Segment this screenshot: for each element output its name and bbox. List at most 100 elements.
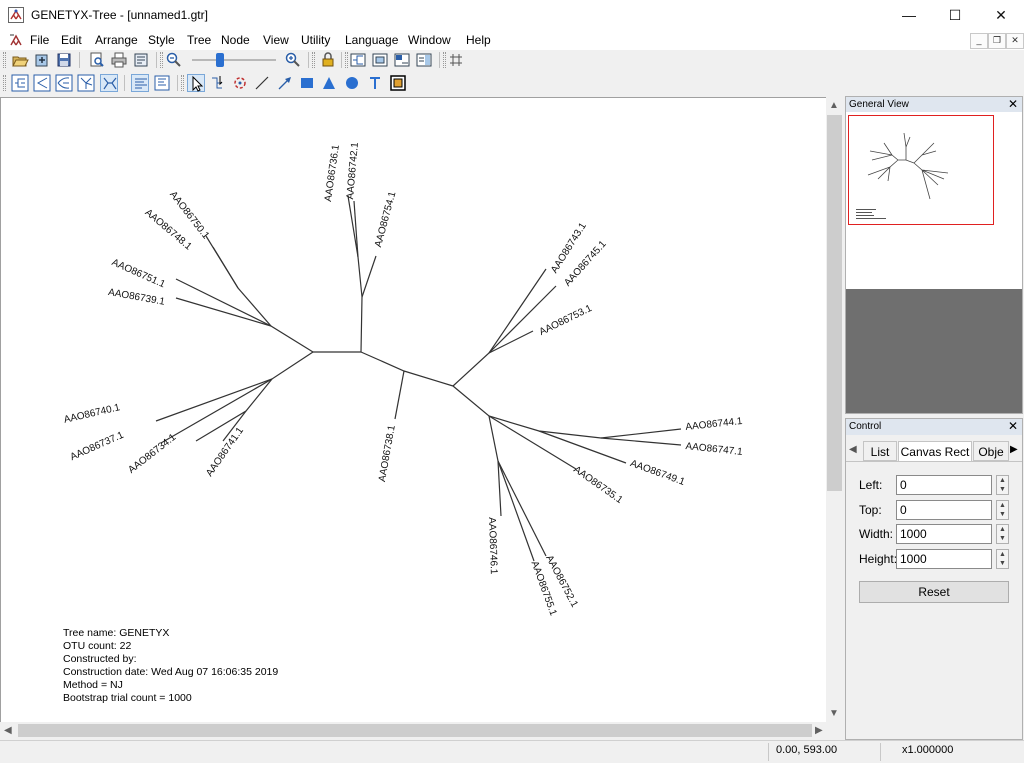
zoom-out-icon[interactable] — [165, 51, 183, 69]
import-icon[interactable] — [33, 51, 51, 69]
node-select-icon[interactable] — [209, 74, 227, 92]
mdi-close-button[interactable]: ✕ — [1006, 33, 1024, 49]
print-icon[interactable] — [110, 51, 128, 69]
toolbar-grip[interactable] — [160, 52, 163, 68]
menu-view[interactable]: View — [263, 30, 289, 50]
tree-canvas[interactable]: AAO86736.1 AAO86742.1 AAO86754.1 AAO8675… — [0, 97, 827, 723]
frame-tool-icon[interactable] — [389, 74, 407, 92]
tree-info-date: Construction date: Wed Aug 07 16:06:35 2… — [63, 666, 279, 678]
menu-arrange[interactable]: Arrange — [95, 30, 138, 50]
menu-node[interactable]: Node — [221, 30, 250, 50]
curved-tree-icon[interactable] — [55, 74, 73, 92]
menu-window[interactable]: Window — [408, 30, 451, 50]
left-input[interactable] — [896, 475, 992, 495]
save-icon[interactable] — [55, 51, 73, 69]
menu-utility[interactable]: Utility — [301, 30, 330, 50]
slanted-tree-icon[interactable] — [33, 74, 51, 92]
status-coordinates: 0.00, 593.00 — [776, 744, 838, 756]
layout-d-icon[interactable] — [415, 51, 433, 69]
leaf-label[interactable]: AAO86746.1 — [486, 517, 499, 575]
tab-object[interactable]: Obje — [973, 441, 1009, 461]
control-close-icon[interactable]: ✕ — [1008, 419, 1018, 433]
top-input[interactable] — [896, 500, 992, 520]
align-right-icon[interactable] — [153, 74, 171, 92]
menu-language[interactable]: Language — [345, 30, 398, 50]
menu-style[interactable]: Style — [148, 30, 175, 50]
menu-edit[interactable]: Edit — [61, 30, 82, 50]
zoom-slider-thumb[interactable] — [216, 53, 224, 67]
menu-tree[interactable]: Tree — [187, 30, 211, 50]
general-view-header: General View — [846, 97, 1022, 113]
scroll-down-icon[interactable]: ▼ — [829, 708, 839, 719]
menu-file[interactable]: File — [30, 30, 49, 50]
layout-b-icon[interactable] — [371, 51, 389, 69]
reset-button[interactable]: Reset — [859, 581, 1009, 603]
width-input[interactable] — [896, 524, 992, 544]
general-view-close-icon[interactable]: ✕ — [1008, 97, 1018, 111]
rectangular-tree-icon[interactable] — [11, 74, 29, 92]
radial-tree-icon[interactable] — [77, 74, 95, 92]
minimize-button[interactable]: — — [886, 0, 932, 30]
scroll-right-icon[interactable]: ▶ — [815, 725, 823, 736]
document-icon[interactable] — [8, 32, 24, 48]
menu-help[interactable]: Help — [466, 30, 491, 50]
tree-info-bootstrap: Bootstrap trial count = 1000 — [63, 692, 192, 704]
width-spinner[interactable]: ▲ ▼ — [996, 524, 1009, 544]
left-label: Left: — [859, 478, 883, 492]
general-view-viewport-rect[interactable] — [848, 115, 994, 225]
line-tool-icon[interactable] — [253, 74, 271, 92]
height-input[interactable] — [896, 549, 992, 569]
tree-info-otu: OTU count: 22 — [63, 640, 132, 652]
general-view-title: General View — [849, 99, 909, 110]
close-button[interactable]: ✕ — [978, 0, 1024, 30]
zoom-slider-track[interactable] — [192, 59, 276, 61]
align-left-icon[interactable] — [131, 74, 149, 92]
arrow-tool-icon[interactable] — [276, 74, 294, 92]
print-preview-icon[interactable] — [88, 51, 106, 69]
toolbar-grip[interactable] — [3, 52, 6, 68]
ellipse-tool-icon[interactable] — [343, 74, 361, 92]
left-spinner[interactable]: ▲ ▼ — [996, 475, 1009, 495]
control-panel: Control — [845, 418, 1023, 740]
layout-c-icon[interactable] — [393, 51, 411, 69]
mdi-minimize-button[interactable]: _ — [970, 33, 988, 49]
height-label: Height: — [859, 552, 898, 566]
toolbar-grip[interactable] — [345, 52, 348, 68]
control-header: Control — [846, 419, 1022, 435]
grid-icon[interactable] — [447, 51, 465, 69]
tab-list[interactable]: List — [863, 441, 897, 461]
rectangle-tool-icon[interactable] — [298, 74, 316, 92]
vertical-scroll-thumb[interactable] — [827, 115, 842, 491]
toolbar-grip[interactable] — [3, 75, 6, 91]
scroll-up-icon[interactable]: ▲ — [829, 100, 839, 111]
mdi-restore-button[interactable]: ❐ — [988, 33, 1006, 49]
width-label: Width: — [859, 527, 894, 541]
open-icon[interactable] — [11, 51, 29, 69]
toolbar-grip[interactable] — [181, 75, 184, 91]
tab-scroll-left-icon[interactable]: ◀ — [849, 444, 857, 455]
print-setup-icon[interactable] — [132, 51, 150, 69]
top-spinner[interactable]: ▲ ▼ — [996, 500, 1009, 520]
lock-icon[interactable] — [319, 51, 337, 69]
rotate-icon[interactable] — [231, 74, 249, 92]
height-spinner[interactable]: ▲ ▼ — [996, 549, 1009, 569]
status-bar: 0.00, 593.00 x1.000000 — [0, 740, 1024, 763]
horizontal-scroll-thumb[interactable] — [18, 724, 812, 737]
triangle-tool-icon[interactable] — [320, 74, 338, 92]
tree-info-constructor: Constructed by: — [63, 653, 137, 665]
unrooted-tree-icon[interactable] — [100, 74, 118, 92]
app-icon — [8, 7, 24, 23]
maximize-button[interactable]: ☐ — [932, 0, 978, 30]
tab-canvas-rect[interactable]: Canvas Rect — [898, 441, 972, 462]
zoom-in-icon[interactable] — [284, 51, 302, 69]
select-pointer-icon[interactable] — [187, 74, 205, 92]
scroll-left-icon[interactable]: ◀ — [4, 725, 12, 736]
toolbar-grip[interactable] — [443, 52, 446, 68]
toolbar-grip[interactable] — [312, 52, 315, 68]
text-tool-icon[interactable] — [366, 74, 384, 92]
layout-a-icon[interactable] — [349, 51, 367, 69]
tree-style-toolbar — [0, 73, 410, 93]
title-bar: GENETYX-Tree - [unnamed1.gtr] — ☐ ✕ — [0, 0, 1024, 30]
status-zoom: x1.000000 — [902, 744, 954, 756]
tab-scroll-right-icon[interactable]: ▶ — [1010, 444, 1018, 455]
